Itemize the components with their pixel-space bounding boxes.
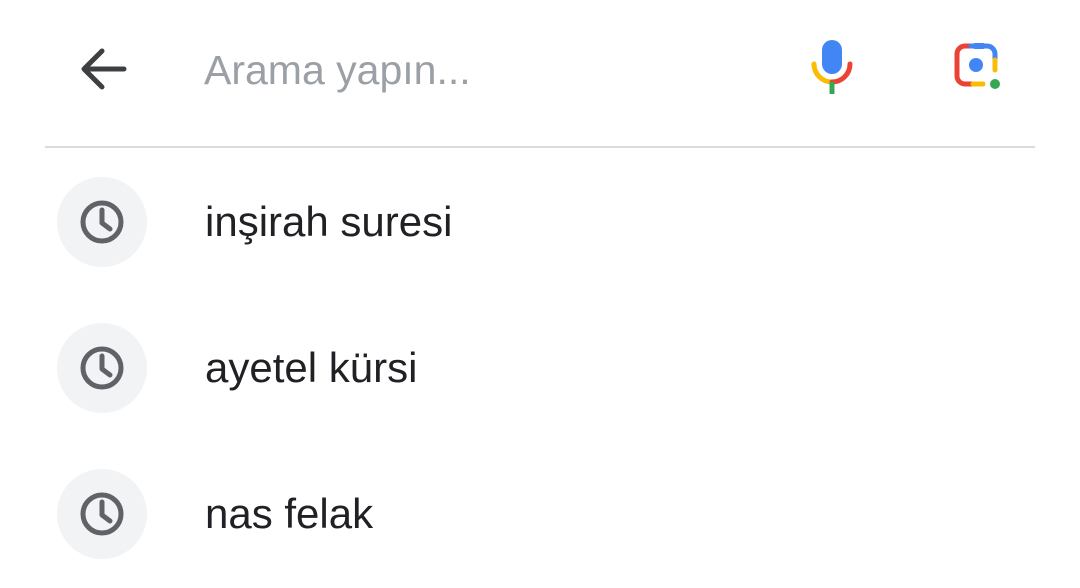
history-icon-bubble (57, 177, 147, 267)
suggestion-text: ayetel kürsi (205, 344, 418, 391)
google-lens-button[interactable] (946, 38, 1012, 98)
search-bar (0, 0, 1080, 146)
arrow-left-icon (81, 48, 127, 90)
google-lens-icon (954, 43, 1000, 89)
list-item[interactable]: nas felak (0, 442, 1080, 588)
list-item[interactable]: ayetel kürsi (0, 296, 1080, 442)
history-clock-icon (80, 346, 124, 390)
history-icon-bubble (57, 469, 147, 559)
divider (45, 146, 1035, 148)
suggestion-text: nas felak (205, 490, 374, 537)
back-button[interactable] (68, 34, 138, 104)
microphone-icon (811, 40, 853, 94)
history-icon-bubble (57, 323, 147, 413)
suggestion-text: inşirah suresi (205, 198, 453, 245)
history-clock-icon (80, 200, 124, 244)
search-input[interactable] (204, 38, 764, 102)
list-item[interactable]: inşirah suresi (0, 150, 1080, 296)
suggestion-list: inşirah suresi ayetel kürsi nas felak (0, 150, 1080, 588)
history-clock-icon (80, 492, 124, 536)
voice-search-button[interactable] (802, 34, 862, 100)
